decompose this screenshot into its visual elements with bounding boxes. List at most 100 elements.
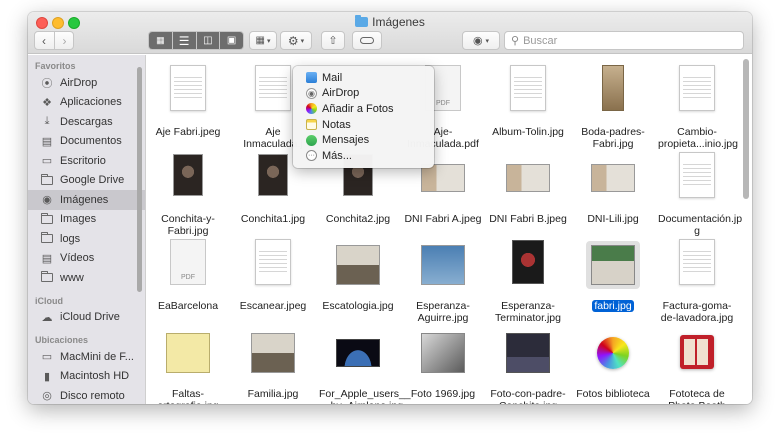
sidebar-item-label: logs <box>60 232 81 245</box>
sidebar-item-macintosh-hd[interactable]: ▮ Macintosh HD <box>28 367 145 387</box>
list-icon: ☰ <box>172 32 196 49</box>
file-name: __by_Airplane.jpg <box>317 400 403 404</box>
finder-window: Imágenes ‹ › ▦ ☰ ◫ ▣ ▦ ▾ ⚙ ▾ ⇧ ◉ ▾ ⚲ Bus… <box>28 12 752 404</box>
sidebar-scrollbar[interactable] <box>137 67 142 292</box>
airdrop-icon: ⦿ <box>41 77 53 90</box>
share-menu-label: Notas <box>322 118 351 131</box>
image-thumbnail <box>506 333 550 373</box>
folder-icon <box>355 15 369 27</box>
file-item[interactable]: Faltas-ortografia.jpg <box>147 55 229 404</box>
file-name-line1: Faltas- <box>171 388 205 400</box>
file-name: For_Apple_users__ <box>317 388 411 400</box>
sidebar-item-label: Vídeos <box>60 252 95 265</box>
forward-button[interactable]: › <box>54 32 74 49</box>
back-button[interactable]: ‹ <box>34 32 54 49</box>
airdrop-icon: ◉ <box>306 87 317 99</box>
search-input[interactable] <box>523 34 724 47</box>
sidebar-item-label: Disco remoto <box>60 389 125 402</box>
share-menu-label: AirDrop <box>322 87 360 100</box>
sidebar-item-escritorio[interactable]: ▭ Escritorio <box>28 151 145 171</box>
file-name: Fotos biblioteca <box>572 388 654 400</box>
share-menu-item-añadir-a-fotos[interactable]: Añadir a Fotos <box>293 101 434 117</box>
sidebar-item-logs[interactable]: logs <box>28 229 145 249</box>
chevron-down-icon: ▾ <box>266 37 271 45</box>
search-field[interactable]: ⚲ <box>504 31 744 50</box>
folder-icon <box>41 271 53 283</box>
share-button[interactable]: ⇧ <box>321 31 345 50</box>
file-grid: Aje Fabri.jpeg Aje Inmaculada.j PDF Aje- Inma… <box>147 55 752 404</box>
sidebar-item-macmini-de-f[interactable]: ▭ MacMini de F... <box>28 347 145 367</box>
file-name-line1: Fototeca de <box>669 388 725 400</box>
eye-icon: ◉ <box>472 35 483 47</box>
sidebar-item-label: MacMini de F... <box>60 350 134 363</box>
file-name: Photo Booth <box>656 400 738 404</box>
share-menu-label: Más... <box>322 149 352 162</box>
sidebar-section-title: iCloud <box>35 295 63 306</box>
share-menu-item-mail[interactable]: Mail <box>293 70 434 86</box>
file-name: Familia.jpg <box>232 388 314 400</box>
desktop-icon: ▭ <box>41 155 53 168</box>
sidebar-item-label: www <box>60 271 84 284</box>
image-thumbnail <box>251 333 295 373</box>
file-item[interactable]: Fotos biblioteca <box>572 55 654 404</box>
sidebar-item-images[interactable]: Images <box>28 210 145 230</box>
movies-icon: ▤ <box>41 252 53 265</box>
file-name-line2: Photo Booth <box>666 400 728 404</box>
sidebar-item-label: AirDrop <box>60 76 98 89</box>
sidebar-item-label: Macintosh HD <box>60 370 130 383</box>
action-button[interactable]: ⚙ ▾ <box>280 31 312 50</box>
back-forward-group: ‹ › <box>34 31 74 50</box>
tag-icon <box>360 37 374 44</box>
file-name: Foto 1969.jpg <box>402 388 484 400</box>
sidebar-item-label: Images <box>60 213 97 226</box>
share-menu-item-mensajes[interactable]: Mensajes <box>293 132 434 148</box>
image-thumbnail <box>166 333 210 373</box>
group-by-button[interactable]: ▦ ▾ <box>249 31 277 50</box>
sidebar-item-label: Google Drive <box>60 174 125 187</box>
sidebar-item-icloud-drive[interactable]: ☁ iCloud Drive <box>28 308 145 328</box>
file-item[interactable]: Foto-con-padre-Conchita.jpg <box>487 55 569 404</box>
icloud-icon: ☁ <box>41 311 53 324</box>
sidebar-item-label: Escritorio <box>60 154 106 167</box>
sidebar-item-www[interactable]: www <box>28 268 145 288</box>
sidebar-item-v-deos[interactable]: ▤ Vídeos <box>28 249 145 269</box>
sidebar-item-airdrop[interactable]: ⦿ AirDrop <box>28 73 145 93</box>
sidebar-item-im-genes[interactable]: ◉ Imágenes <box>28 190 145 210</box>
gear-icon: ⚙ <box>287 33 299 48</box>
window-title: Imágenes <box>28 15 752 29</box>
view-options-button[interactable]: ◉ ▾ <box>462 31 500 50</box>
applications-icon: ❖ <box>42 96 52 109</box>
file-item[interactable]: Fototeca dePhoto Booth <box>656 55 738 404</box>
image-thumbnail <box>421 333 465 373</box>
icon-view-button[interactable]: ▦ <box>149 32 172 49</box>
sidebar-item-disco-remoto[interactable]: ◎ Disco remoto <box>28 386 145 404</box>
sidebar-item-documentos[interactable]: ▤ Documentos <box>28 132 145 152</box>
tag-button[interactable] <box>352 31 382 50</box>
gallery-icon: ▣ <box>220 32 243 49</box>
pictures-icon: ◉ <box>42 194 52 207</box>
share-menu-label: Mensajes <box>322 134 370 147</box>
group-icon: ▦ <box>255 35 265 46</box>
chevron-left-icon: ‹ <box>42 33 46 48</box>
file-name-line2: __by_Airplane.jpg <box>317 400 405 404</box>
chevron-down-icon: ▾ <box>300 37 305 45</box>
window-title-text: Imágenes <box>372 15 425 29</box>
gallery-view-button[interactable]: ▣ <box>219 32 243 49</box>
computer-icon: ▭ <box>41 351 53 364</box>
messages-icon <box>306 134 317 146</box>
share-menu-item-m-s[interactable]: ··· Más... <box>293 148 434 164</box>
search-icon: ⚲ <box>511 35 520 47</box>
share-menu-item-airdrop[interactable]: ◉ AirDrop <box>293 86 434 102</box>
sidebar-item-label: Aplicaciones <box>60 96 122 109</box>
sidebar-item-aplicaciones[interactable]: ❖ Aplicaciones <box>28 93 145 113</box>
sidebar-item-descargas[interactable]: ⤓ Descargas <box>28 112 145 132</box>
list-view-button[interactable]: ☰ <box>171 32 196 49</box>
content-scrollbar[interactable] <box>743 59 749 199</box>
more-icon: ··· <box>306 150 317 162</box>
sidebar-item-google-drive[interactable]: Google Drive <box>28 171 145 191</box>
share-menu-label: Añadir a Fotos <box>322 102 394 115</box>
share-menu-item-notas[interactable]: Notas <box>293 117 434 133</box>
file-name: Conchita.jpg <box>487 400 569 404</box>
file-name-line1: Foto 1969.jpg <box>410 388 476 400</box>
column-view-button[interactable]: ◫ <box>195 32 220 49</box>
